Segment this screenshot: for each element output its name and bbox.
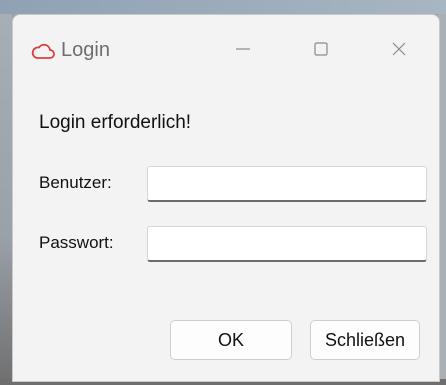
- close-button[interactable]: Schließen: [310, 320, 420, 360]
- user-input[interactable]: [147, 166, 427, 202]
- close-window-button[interactable]: [377, 33, 421, 69]
- login-dialog: Login Login erforderlich! Benutzer: Pass…: [12, 14, 440, 382]
- password-label: Passwort:: [39, 233, 114, 252]
- window-title: Login: [61, 39, 110, 61]
- minimize-icon: [234, 40, 252, 63]
- close-icon: [390, 40, 408, 63]
- minimize-button[interactable]: [221, 33, 265, 69]
- login-required-heading: Login erforderlich!: [39, 112, 192, 133]
- desktop-background-left: [0, 14, 12, 385]
- password-input[interactable]: [147, 226, 427, 262]
- maximize-button[interactable]: [299, 33, 343, 69]
- user-label: Benutzer:: [39, 173, 112, 192]
- cloud-outline-icon: [31, 41, 55, 61]
- desktop-background-top: [0, 0, 446, 14]
- maximize-icon: [312, 40, 330, 63]
- ok-button[interactable]: OK: [170, 320, 292, 360]
- title-bar[interactable]: Login: [13, 15, 439, 87]
